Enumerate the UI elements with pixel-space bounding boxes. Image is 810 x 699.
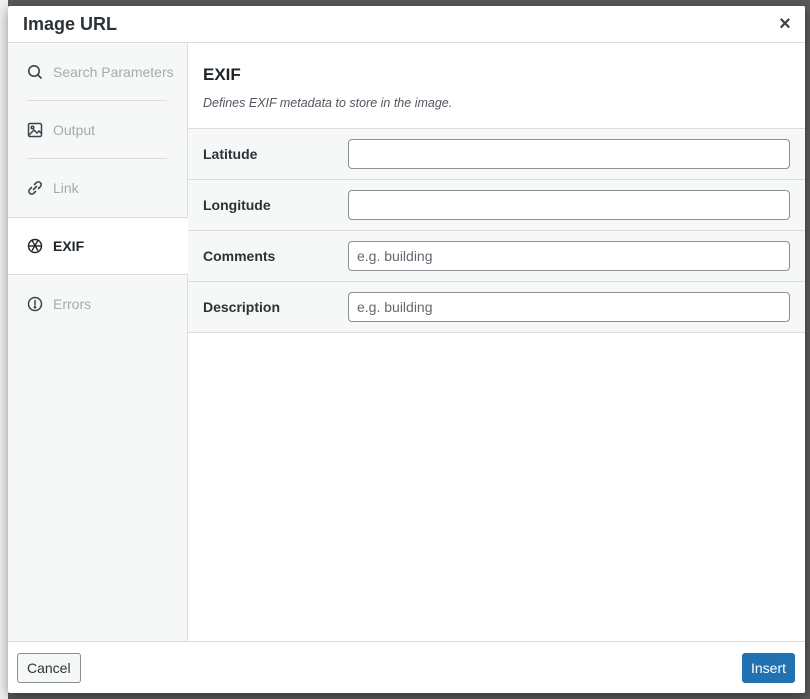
image-icon	[27, 122, 43, 138]
sidebar-item-search-parameters[interactable]: Search Parameters	[8, 43, 187, 101]
sidebar-item-label: EXIF	[53, 238, 85, 254]
comments-field[interactable]	[348, 241, 790, 271]
alert-circle-icon	[27, 296, 43, 312]
background-page-edge	[0, 0, 8, 699]
fields-divider	[188, 332, 805, 333]
insert-button[interactable]: Insert	[741, 653, 795, 683]
longitude-field[interactable]	[348, 190, 790, 220]
exif-panel: EXIF Defines EXIF metadata to store in t…	[188, 43, 805, 641]
aperture-icon	[27, 238, 43, 254]
description-field[interactable]	[348, 292, 790, 322]
section-description: Defines EXIF metadata to store in the im…	[203, 96, 453, 110]
link-icon	[27, 180, 43, 196]
latitude-row: Latitude	[188, 128, 805, 179]
dialog-header: Image URL ×	[8, 6, 805, 43]
latitude-field[interactable]	[348, 139, 790, 169]
cancel-button[interactable]: Cancel	[17, 653, 81, 683]
longitude-label: Longitude	[203, 197, 271, 213]
sidebar-item-link[interactable]: Link	[8, 159, 187, 217]
comments-label: Comments	[203, 248, 276, 264]
description-row: Description	[188, 281, 805, 332]
longitude-row: Longitude	[188, 179, 805, 230]
latitude-label: Latitude	[203, 146, 258, 162]
sidebar-item-label: Search Parameters	[53, 64, 174, 80]
sidebar-item-exif[interactable]: EXIF	[8, 217, 188, 275]
sidebar-item-errors[interactable]: Errors	[8, 275, 187, 333]
section-title: EXIF	[203, 65, 241, 84]
dialog-footer: Cancel Insert	[8, 641, 805, 693]
sidebar-item-output[interactable]: Output	[8, 101, 187, 159]
image-url-dialog: Image URL × Search Parameters Output Lin…	[8, 6, 805, 693]
sidebar-item-label: Errors	[53, 296, 92, 312]
sidebar-item-label: Link	[53, 180, 79, 196]
dialog-title: Image URL	[23, 14, 118, 34]
description-label: Description	[203, 299, 281, 315]
search-icon	[27, 64, 43, 80]
sidebar-item-label: Output	[53, 122, 96, 138]
sidebar: Search Parameters Output Link EXIF Error…	[8, 43, 188, 641]
comments-row: Comments	[188, 230, 805, 281]
close-icon[interactable]: ×	[775, 13, 795, 35]
